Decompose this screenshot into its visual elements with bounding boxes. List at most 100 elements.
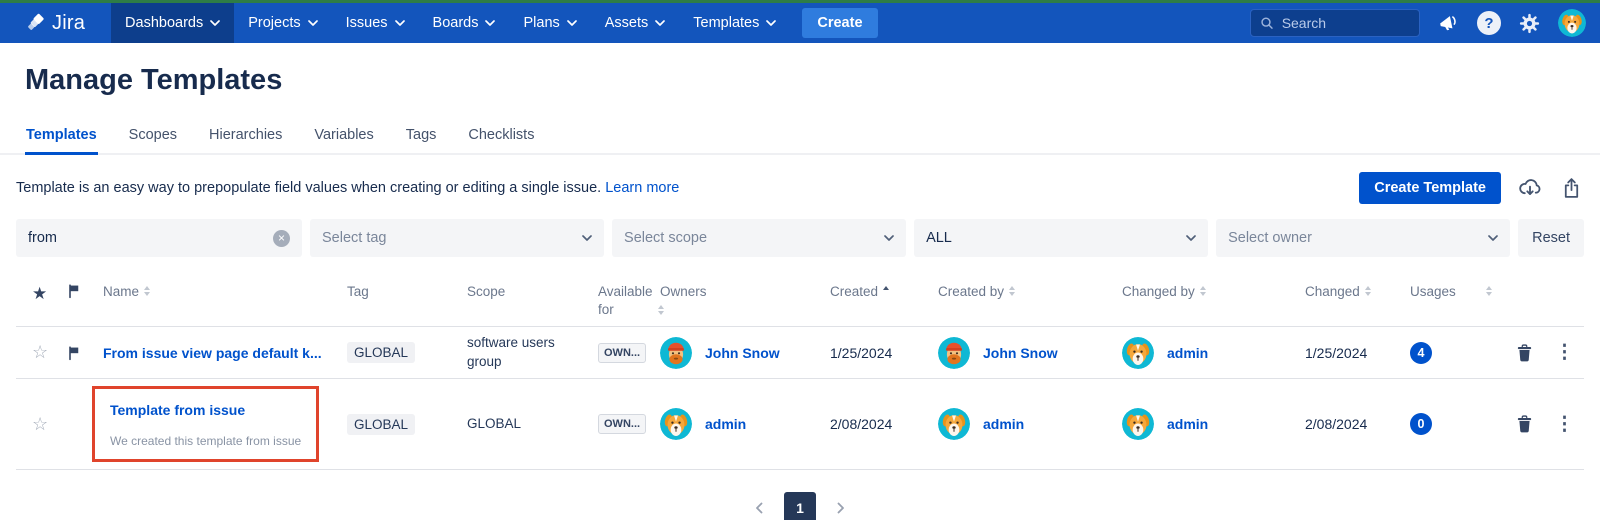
tab-templates[interactable]: Templates [25,121,98,155]
flag-icon[interactable] [67,345,82,361]
nav-item-templates[interactable]: Templates [679,3,790,43]
nav-search-input[interactable] [1282,15,1410,31]
tab-hierarchies[interactable]: Hierarchies [208,121,283,155]
chevron-down-icon [655,20,665,27]
search-icon [1260,15,1274,31]
header-created: Created [830,283,878,301]
highlight-annotation-box: Template from issue We created this temp… [92,386,319,462]
name-filter[interactable]: × [16,219,302,257]
owner-avatar [660,337,692,369]
import-cloud-download-icon[interactable] [1517,175,1543,201]
available-for-badge: OWN... [598,414,646,434]
template-name-link[interactable]: Template from issue [110,402,301,418]
table-row: ☆ From issue view page default k... GLOB… [16,327,1584,379]
next-page-icon[interactable] [835,501,846,515]
header-available-for: Available for [598,283,653,318]
nav-item-label: Plans [523,15,559,31]
nav-item-assets[interactable]: Assets [591,3,680,43]
tab-tags[interactable]: Tags [405,121,438,155]
top-navbar: Jira Dashboards Projects Issues Boards [0,3,1600,43]
description-row: Template is an easy way to prepopulate f… [16,172,1584,204]
nav-item-dashboards[interactable]: Dashboards [111,3,234,43]
name-filter-input[interactable] [28,230,258,246]
tab-scopes[interactable]: Scopes [128,121,178,155]
tab-variables[interactable]: Variables [313,121,374,155]
nav-item-label: Dashboards [125,15,203,31]
learn-more-link[interactable]: Learn more [605,180,679,196]
template-name-link[interactable]: From issue view page default k... [103,345,340,361]
nav-item-plans[interactable]: Plans [509,3,590,43]
user-avatar[interactable] [1558,9,1586,37]
nav-create-button[interactable]: Create [802,8,877,38]
favorite-star-icon[interactable]: ☆ [32,342,48,362]
nav-item-label: Projects [248,15,300,31]
nav-item-projects[interactable]: Projects [234,3,331,43]
favorite-star-icon[interactable]: ☆ [32,414,48,434]
feedback-megaphone-icon[interactable] [1437,12,1460,35]
tab-checklists[interactable]: Checklists [467,121,535,155]
sort-changed-by[interactable] [1200,286,1206,296]
templates-table: ★ Name Tag Scope Available for Owners Cr… [16,273,1584,470]
primary-nav: Dashboards Projects Issues Boards Plans [111,3,790,43]
star-column-icon[interactable]: ★ [32,283,47,305]
created-by-link[interactable]: John Snow [983,345,1058,361]
chevron-down-icon [395,20,405,27]
created-by-avatar [938,408,970,440]
sort-created[interactable] [883,286,889,290]
nav-item-issues[interactable]: Issues [332,3,419,43]
owner-link[interactable]: admin [705,416,746,432]
header-scope: Scope [467,283,505,301]
tab-bar: Templates Scopes Hierarchies Variables T… [0,121,1600,155]
nav-item-label: Assets [605,15,649,31]
header-name: Name [103,283,139,301]
chevron-down-icon [766,20,776,27]
row-menu-kebab-icon[interactable]: ⋮ [1555,415,1574,434]
header-usages: Usages [1410,283,1456,301]
owner-filter-select[interactable]: Select owner [1216,219,1510,257]
changed-by-link[interactable]: admin [1167,416,1208,432]
page-number-current[interactable]: 1 [784,492,816,520]
description-body: Template is an easy way to prepopulate f… [16,180,601,196]
clear-filter-icon[interactable]: × [273,230,290,247]
sort-available-for[interactable] [658,305,664,315]
row-menu-kebab-icon[interactable]: ⋮ [1555,343,1574,362]
created-by-link[interactable]: admin [983,416,1024,432]
delete-template-icon[interactable] [1514,413,1535,435]
sort-changed[interactable] [1365,286,1371,296]
delete-template-icon[interactable] [1514,342,1535,364]
sort-created-by[interactable] [1009,286,1015,296]
sort-usages[interactable] [1486,286,1492,296]
shared-filter-select[interactable]: ALL [914,219,1208,257]
jira-logo[interactable]: Jira [0,3,111,43]
header-changed: Changed [1305,283,1360,301]
gear-icon[interactable] [1518,12,1541,35]
previous-page-icon[interactable] [754,501,765,515]
nav-item-boards[interactable]: Boards [419,3,510,43]
flag-column-icon[interactable] [67,283,82,299]
export-share-icon[interactable] [1559,176,1584,201]
scope-filter-select[interactable]: Select scope [612,219,906,257]
nav-search[interactable] [1250,9,1420,37]
tag-filter-select[interactable]: Select tag [310,219,604,257]
manage-templates-screen: Jira Dashboards Projects Issues Boards [0,0,1600,520]
chevron-down-icon [1488,235,1498,242]
chevron-down-icon [485,20,495,27]
dog-avatar-icon [1558,9,1586,37]
scope-value: software users group [467,335,555,368]
chevron-down-icon [1186,235,1196,242]
sort-name[interactable] [144,286,150,296]
owner-avatar [660,408,692,440]
tag-chip: GLOBAL [347,414,415,435]
reset-filters-button[interactable]: Reset [1518,219,1584,257]
changed-by-link[interactable]: admin [1167,345,1208,361]
description-text: Template is an easy way to prepopulate f… [16,180,679,196]
help-icon[interactable]: ? [1477,11,1501,35]
create-template-button[interactable]: Create Template [1359,172,1501,204]
owner-link[interactable]: John Snow [705,345,780,361]
chevron-down-icon [884,235,894,242]
chevron-down-icon [567,20,577,27]
chevron-down-icon [308,20,318,27]
jira-logo-text: Jira [52,12,85,35]
header-tag: Tag [347,283,369,301]
table-row: ☆ Template from issue We created this te… [16,379,1584,470]
